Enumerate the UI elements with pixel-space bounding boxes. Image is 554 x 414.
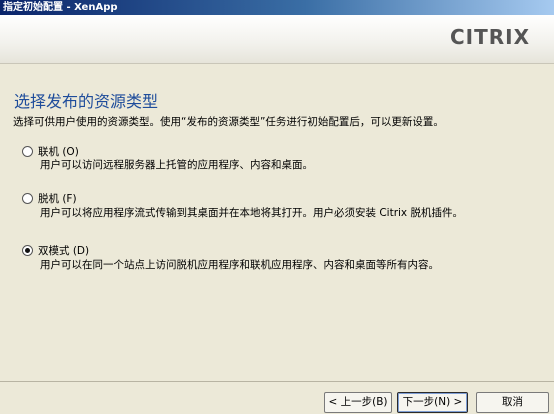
footer-divider: [0, 381, 554, 382]
radio-option-dual-mode[interactable]: 双模式 (D): [22, 243, 89, 258]
page-intro: 选择可供用户使用的资源类型。使用“发布的资源类型”任务进行初始配置后，可以更新设…: [13, 116, 444, 128]
radio-online[interactable]: [22, 146, 33, 157]
window-title-bar: 指定初始配置 - XenApp: [0, 0, 554, 15]
back-button[interactable]: < 上一步(B): [324, 392, 392, 413]
window-title: 指定初始配置 - XenApp: [3, 2, 118, 13]
wizard-header: CITRIX: [0, 15, 554, 64]
next-button[interactable]: 下一步(N) >: [397, 392, 468, 413]
page-title: 选择发布的资源类型: [14, 92, 159, 111]
option-description-offline: 用户可以将应用程序流式传输到其桌面并在本地将其打开。用户必须安装 Citrix …: [40, 207, 463, 219]
option-description-dual-mode: 用户可以在同一个站点上访问脱机应用程序和联机应用程序、内容和桌面等所有内容。: [40, 259, 439, 271]
radio-label-dual-mode: 双模式 (D): [38, 245, 90, 257]
radio-label-offline: 脱机 (F): [38, 193, 77, 205]
radio-dual-mode[interactable]: [22, 245, 33, 256]
radio-offline[interactable]: [22, 193, 33, 204]
cancel-button[interactable]: 取消: [476, 392, 549, 413]
option-description-online: 用户可以访问远程服务器上托管的应用程序、内容和桌面。: [40, 159, 313, 171]
citrix-logo: CITRIX: [449, 25, 530, 49]
radio-option-offline[interactable]: 脱机 (F): [22, 191, 77, 206]
